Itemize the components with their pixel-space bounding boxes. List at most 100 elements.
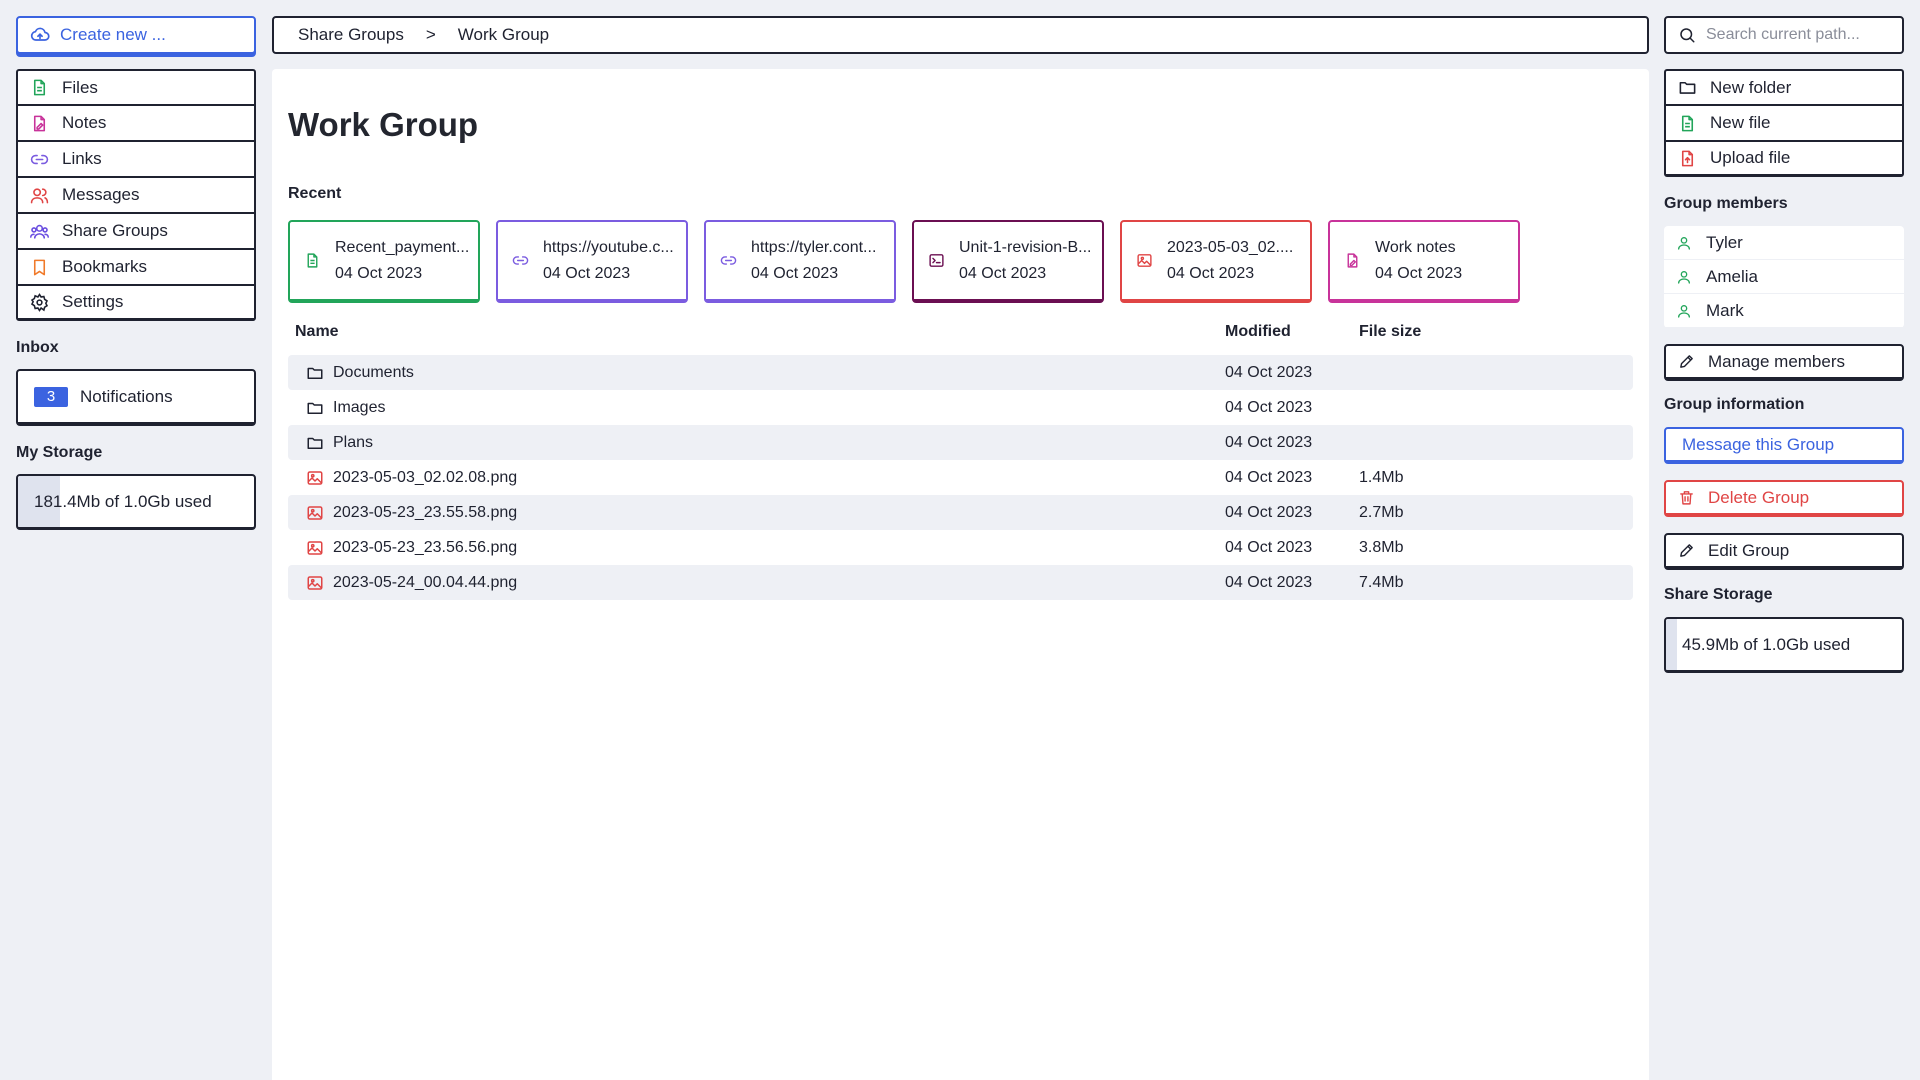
nav-item-notes[interactable]: Notes bbox=[16, 105, 256, 141]
message-group-label: Message this Group bbox=[1682, 434, 1835, 454]
nav-item-links[interactable]: Links bbox=[16, 141, 256, 177]
recent-card[interactable]: Work notes 04 Oct 2023 bbox=[1328, 220, 1520, 303]
upload-file-button[interactable]: Upload file bbox=[1664, 141, 1904, 177]
recent-card-date: 04 Oct 2023 bbox=[543, 264, 631, 282]
user-icon bbox=[1676, 235, 1692, 251]
nav-label: Bookmarks bbox=[62, 257, 148, 276]
nav-item-share-groups[interactable]: Share Groups bbox=[16, 213, 256, 249]
recent-card-name: https://youtube.c... bbox=[543, 238, 674, 256]
member-item[interactable]: Tyler bbox=[1664, 226, 1904, 260]
new-folder-label: New folder bbox=[1710, 77, 1792, 97]
table-row[interactable]: Plans 04 Oct 2023 bbox=[288, 425, 1633, 460]
edit-group-label: Edit Group bbox=[1708, 540, 1790, 560]
table-row[interactable]: 2023-05-24_00.04.44.png 04 Oct 2023 7.4M… bbox=[288, 565, 1633, 600]
new-folder-button[interactable]: New folder bbox=[1664, 69, 1904, 105]
delete-group-button[interactable]: Delete Group bbox=[1664, 480, 1904, 517]
nav-item-settings[interactable]: Settings bbox=[16, 285, 256, 321]
link-icon bbox=[30, 150, 49, 169]
column-header-modified[interactable]: Modified bbox=[1225, 323, 1291, 341]
note-icon bbox=[30, 114, 49, 133]
nav-label: Settings bbox=[62, 292, 124, 311]
nav-label: Files bbox=[62, 77, 98, 97]
table-row[interactable]: 2023-05-23_23.56.56.png 04 Oct 2023 3.8M… bbox=[288, 530, 1633, 565]
row-name: 2023-05-23_23.55.58.png bbox=[333, 503, 518, 521]
notifications-count-badge: 3 bbox=[34, 386, 68, 407]
pencil-icon bbox=[1678, 542, 1695, 559]
table-row[interactable]: 2023-05-03_02.02.08.png 04 Oct 2023 1.4M… bbox=[288, 460, 1633, 495]
image-icon bbox=[306, 504, 324, 522]
folder-icon bbox=[306, 364, 324, 382]
row-modified: 04 Oct 2023 bbox=[1225, 363, 1313, 381]
manage-members-label: Manage members bbox=[1708, 351, 1846, 371]
row-name: Images bbox=[333, 398, 386, 416]
image-icon bbox=[1136, 252, 1153, 269]
nav-item-messages[interactable]: Messages bbox=[16, 177, 256, 213]
upload-file-label: Upload file bbox=[1710, 148, 1791, 167]
row-name: 2023-05-24_00.04.44.png bbox=[333, 573, 518, 591]
create-new-button[interactable]: Create new ... bbox=[16, 16, 256, 54]
cloud-upload-icon bbox=[30, 25, 50, 45]
nav-label: Share Groups bbox=[62, 221, 168, 240]
gear-icon bbox=[30, 292, 49, 312]
file-icon bbox=[30, 78, 49, 97]
upload-icon bbox=[1678, 149, 1697, 168]
row-name: Documents bbox=[333, 363, 414, 381]
users-icon bbox=[30, 186, 49, 205]
delete-group-label: Delete Group bbox=[1708, 487, 1810, 507]
recent-items: Recent_payment... 04 Oct 2023 https://you… bbox=[288, 220, 1520, 303]
breadcrumb-link-share-groups[interactable]: Share Groups bbox=[298, 25, 404, 45]
notifications-label: Notifications bbox=[80, 386, 173, 406]
note-icon bbox=[1344, 252, 1361, 269]
right-sidebar: New folder New file Upload file Group me… bbox=[1664, 16, 1904, 673]
nav-label: Messages bbox=[62, 185, 140, 204]
column-header-name[interactable]: Name bbox=[295, 323, 339, 341]
member-item[interactable]: Amelia bbox=[1664, 260, 1904, 294]
user-icon bbox=[1676, 303, 1692, 319]
column-header-size[interactable]: File size bbox=[1359, 323, 1421, 341]
table-row[interactable]: 2023-05-23_23.55.58.png 04 Oct 2023 2.7M… bbox=[288, 495, 1633, 530]
new-file-label: New file bbox=[1710, 113, 1771, 132]
storage-text: 181.4Mb of 1.0Gb used bbox=[34, 491, 212, 511]
recent-card-date: 04 Oct 2023 bbox=[1167, 264, 1255, 282]
table-row[interactable]: Documents 04 Oct 2023 bbox=[288, 355, 1633, 390]
image-icon bbox=[306, 469, 324, 487]
message-group-button[interactable]: Message this Group bbox=[1664, 427, 1904, 464]
member-name: Mark bbox=[1706, 300, 1744, 320]
table-row[interactable]: Images 04 Oct 2023 bbox=[288, 390, 1633, 425]
file-table: Documents 04 Oct 2023 Images 04 Oct 2023… bbox=[288, 355, 1633, 600]
group-information-title: Group information bbox=[1664, 396, 1805, 413]
folder-icon bbox=[306, 434, 324, 452]
notifications-button[interactable]: 3 Notifications bbox=[16, 369, 256, 426]
edit-group-button[interactable]: Edit Group bbox=[1664, 533, 1904, 570]
inbox-title: Inbox bbox=[16, 339, 59, 356]
storage-text: 45.9Mb of 1.0Gb used bbox=[1682, 634, 1851, 654]
my-storage-title: My Storage bbox=[16, 444, 103, 461]
new-file-button[interactable]: New file bbox=[1664, 105, 1904, 141]
storage-fill bbox=[1666, 619, 1677, 670]
recent-card-date: 04 Oct 2023 bbox=[1375, 264, 1463, 282]
search-icon bbox=[1678, 26, 1696, 44]
members-list: Tyler Amelia Mark bbox=[1664, 226, 1904, 328]
recent-card[interactable]: 2023-05-03_02.... 04 Oct 2023 bbox=[1120, 220, 1312, 303]
manage-members-button[interactable]: Manage members bbox=[1664, 344, 1904, 381]
row-size: 3.8Mb bbox=[1359, 538, 1404, 556]
file-icon bbox=[1678, 114, 1697, 133]
nav-item-bookmarks[interactable]: Bookmarks bbox=[16, 249, 256, 285]
my-storage-meter: 181.4Mb of 1.0Gb used bbox=[16, 474, 256, 530]
recent-card[interactable]: https://tyler.cont... 04 Oct 2023 bbox=[704, 220, 896, 303]
recent-card[interactable]: https://youtube.c... 04 Oct 2023 bbox=[496, 220, 688, 303]
nav-item-files[interactable]: Files bbox=[16, 69, 256, 105]
row-modified: 04 Oct 2023 bbox=[1225, 503, 1313, 521]
recent-card[interactable]: Unit-1-revision-B... 04 Oct 2023 bbox=[912, 220, 1104, 303]
trash-icon bbox=[1678, 489, 1695, 506]
folder-icon bbox=[1678, 78, 1697, 97]
member-name: Tyler bbox=[1706, 232, 1743, 252]
image-icon bbox=[306, 539, 324, 557]
row-modified: 04 Oct 2023 bbox=[1225, 573, 1313, 591]
recent-card-date: 04 Oct 2023 bbox=[751, 264, 839, 282]
recent-card[interactable]: Recent_payment... 04 Oct 2023 bbox=[288, 220, 480, 303]
search-input[interactable] bbox=[1706, 26, 1886, 44]
member-item[interactable]: Mark bbox=[1664, 294, 1904, 328]
folder-icon bbox=[306, 399, 324, 417]
recent-card-name: Recent_payment... bbox=[335, 238, 470, 256]
